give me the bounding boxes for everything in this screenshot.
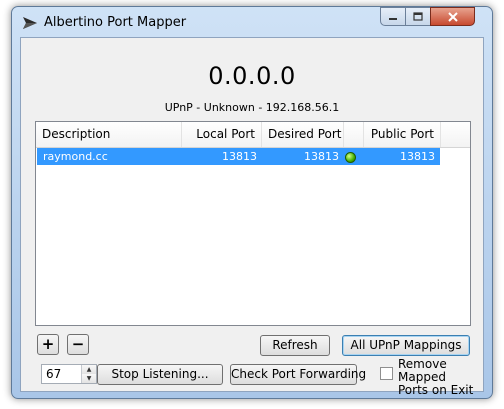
- external-ip-display: 0.0.0.0: [208, 62, 296, 90]
- spinner-buttons: ▲ ▼: [81, 365, 96, 383]
- remove-mapping-button[interactable]: −: [67, 334, 89, 355]
- cell-description: raymond.cc: [43, 150, 108, 163]
- table-row[interactable]: raymond.cc 13813 13813 13813: [37, 148, 440, 165]
- app-window: Albertino Port Mapper 0.0.0.0 UPnP - Unk…: [11, 6, 493, 399]
- check-port-forwarding-button[interactable]: Check Port Forwarding: [230, 364, 366, 385]
- all-upnp-mappings-button[interactable]: All UPnP Mappings: [342, 335, 470, 356]
- column-header-local-port[interactable]: Local Port: [182, 122, 262, 147]
- app-logo-icon: [23, 17, 37, 29]
- maximize-icon: [413, 12, 423, 21]
- stop-listening-button[interactable]: Stop Listening...: [97, 364, 223, 385]
- upnp-status-text: UPnP - Unknown - 192.168.56.1: [164, 101, 340, 114]
- interval-spinner[interactable]: 67 ▲ ▼: [41, 364, 97, 384]
- spinner-down-icon[interactable]: ▼: [82, 374, 96, 383]
- checkbox-label-line2: Ports on Exit: [398, 383, 474, 397]
- close-button[interactable]: [430, 7, 475, 26]
- column-header-public-port[interactable]: Public Port: [364, 122, 441, 147]
- close-icon: [447, 11, 458, 22]
- client-area: 0.0.0.0 UPnP - Unknown - 192.168.56.1 De…: [20, 37, 484, 397]
- remove-on-exit-label[interactable]: Remove Mapped Ports on Exit: [398, 358, 483, 397]
- list-header: Description Local Port Desired Port Publ…: [36, 122, 470, 148]
- column-header-status[interactable]: [344, 122, 364, 147]
- refresh-button[interactable]: Refresh: [260, 335, 330, 356]
- cell-desired-port: 13813: [304, 150, 339, 163]
- port-mappings-list[interactable]: Description Local Port Desired Port Publ…: [35, 121, 471, 326]
- add-mapping-button[interactable]: +: [37, 334, 59, 355]
- maximize-button[interactable]: [405, 7, 431, 26]
- column-header-description[interactable]: Description: [36, 122, 182, 147]
- minimize-icon: [389, 17, 397, 20]
- cell-public-port: 13813: [400, 150, 435, 163]
- title-bar[interactable]: Albertino Port Mapper: [12, 7, 492, 37]
- cell-local-port: 13813: [222, 150, 257, 163]
- minimize-button[interactable]: [380, 7, 406, 26]
- remove-on-exit-checkbox[interactable]: [380, 367, 393, 380]
- green-status-icon: [345, 152, 356, 163]
- checkbox-label-line1: Remove Mapped: [398, 357, 447, 384]
- window-title: Albertino Port Mapper: [44, 15, 187, 30]
- spinner-value[interactable]: 67: [46, 367, 61, 381]
- column-header-desired-port[interactable]: Desired Port: [262, 122, 344, 147]
